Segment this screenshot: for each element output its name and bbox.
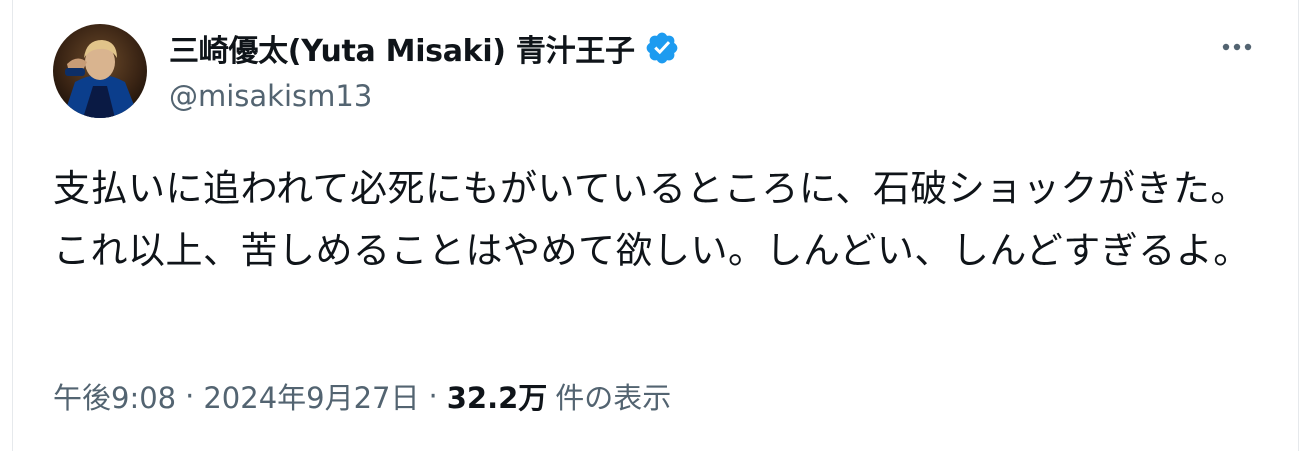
more-horizontal-icon [1222, 43, 1252, 51]
avatar[interactable] [53, 24, 147, 118]
tweet-card: 三崎優太(Yuta Misaki) 青汁王子 @misakism13 支払いに追… [12, 0, 1299, 451]
views-count: 32.2万 [446, 381, 548, 415]
author-name-row: 三崎優太(Yuta Misaki) 青汁王子 [169, 27, 680, 69]
tweet-date[interactable]: 2024年9月27日 [203, 375, 419, 417]
views-label: 件の表示 [555, 381, 672, 415]
tweet-meta: 午後9:08 · 2024年9月27日 · 32.2万 件の表示 [53, 375, 671, 417]
separator: · [428, 379, 438, 413]
tweet-text: 支払いに追われて必死にもがいているところに、石破ショックがきた。これ以上、苦しめ… [53, 167, 1251, 272]
profile-photo [53, 24, 147, 118]
separator: · [185, 379, 195, 413]
author-handle[interactable]: @misakism13 [169, 79, 372, 113]
display-name[interactable]: 三崎優太(Yuta Misaki) 青汁王子 [169, 26, 635, 70]
verified-badge-icon [644, 30, 680, 66]
tweet-time[interactable]: 午後9:08 [53, 375, 176, 417]
more-button[interactable] [1217, 30, 1257, 64]
